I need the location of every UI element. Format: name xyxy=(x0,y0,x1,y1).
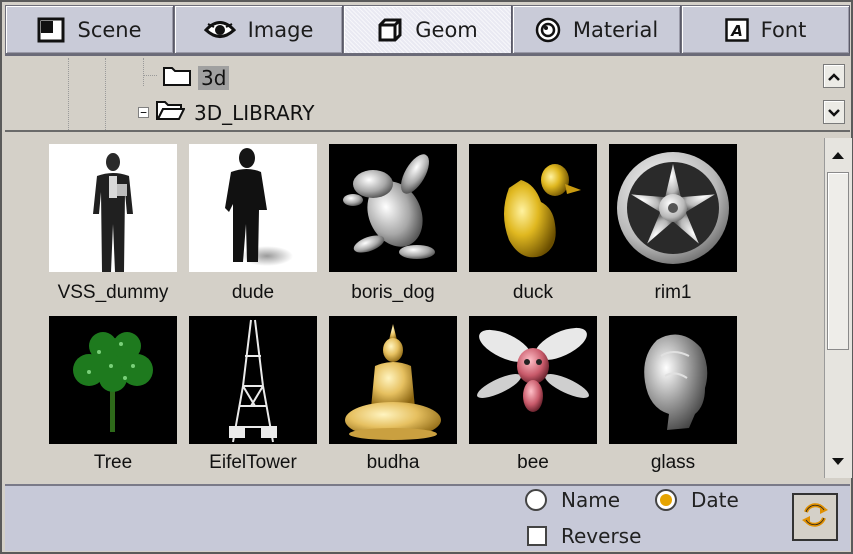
reverse-label: Reverse xyxy=(561,524,642,548)
scene-icon xyxy=(37,17,65,43)
rim1-thumbnail xyxy=(609,144,737,272)
folder-icon xyxy=(162,63,192,92)
tree-item-3d-library[interactable]: − 3D_LIBRARY xyxy=(138,98,318,127)
tree-scroll-up-button[interactable] xyxy=(823,64,845,88)
sort-options-bar: Name Date Reverse xyxy=(5,484,850,551)
sort-date-radio[interactable] xyxy=(655,489,677,511)
tab-font-label: Font xyxy=(760,17,807,42)
item-caption: rim1 xyxy=(654,282,692,303)
tab-font[interactable]: A Font xyxy=(681,5,850,54)
tree-item-3d[interactable]: 3d xyxy=(162,63,230,92)
tree-thumbnail xyxy=(49,316,177,444)
reverse-option[interactable]: Reverse xyxy=(527,524,641,548)
item-caption: duck xyxy=(512,282,554,303)
item-caption: dude xyxy=(231,282,275,303)
collapse-toggle[interactable]: − xyxy=(138,107,149,118)
chevron-down-icon xyxy=(827,103,841,122)
folder-tree: 3d − 3D_LIBRARY xyxy=(5,58,850,132)
boris-dog-thumbnail xyxy=(329,144,457,272)
tab-material[interactable]: Material xyxy=(512,5,681,54)
glass-thumbnail xyxy=(609,316,737,444)
dude-thumbnail xyxy=(189,144,317,272)
open-folder-icon xyxy=(155,98,186,127)
tab-geom[interactable]: Geom xyxy=(343,5,512,54)
tab-scene-label: Scene xyxy=(77,17,142,42)
tree-item-label: 3d xyxy=(198,65,230,90)
item-caption: Tree xyxy=(93,452,133,473)
sort-name-label: Name xyxy=(561,488,621,512)
item-caption: glass xyxy=(650,452,696,473)
refresh-icon xyxy=(798,498,832,536)
tab-scene[interactable]: Scene xyxy=(5,5,174,54)
svg-text:A: A xyxy=(730,22,743,40)
scroll-up-arrow[interactable] xyxy=(827,140,849,168)
reverse-checkbox[interactable] xyxy=(527,526,547,546)
duck-thumbnail xyxy=(469,144,597,272)
grid-scrollbar[interactable] xyxy=(824,138,852,478)
tab-bar: Scene Image Geom Material A Font xyxy=(5,5,850,56)
tree-scroll-down-button[interactable] xyxy=(823,100,845,124)
scroll-down-arrow[interactable] xyxy=(827,446,849,474)
eye-icon xyxy=(203,19,236,41)
budha-thumbnail xyxy=(329,316,457,444)
geometry-browser-panel: Scene Image Geom Material A Font 3d − 3D… xyxy=(0,0,853,554)
item-caption: EifelTower xyxy=(209,452,297,473)
eifeltower-thumbnail xyxy=(189,316,317,444)
tab-material-label: Material xyxy=(572,17,659,42)
item-caption: VSS_dummy xyxy=(57,282,169,303)
refresh-button[interactable] xyxy=(792,493,838,541)
tab-image-label: Image xyxy=(247,17,314,42)
item-caption: boris_dog xyxy=(351,282,435,303)
triangle-down-icon xyxy=(831,451,845,470)
geom-icon xyxy=(377,17,403,43)
scrollbar-thumb[interactable] xyxy=(827,172,849,350)
item-caption: budha xyxy=(366,452,420,473)
tab-geom-label: Geom xyxy=(415,17,478,42)
material-icon xyxy=(535,17,561,43)
sort-by-date-option[interactable]: Date xyxy=(655,488,739,512)
vss-dummy-thumbnail xyxy=(49,144,177,272)
triangle-up-icon xyxy=(831,145,845,164)
chevron-up-icon xyxy=(827,67,841,86)
tree-item-label: 3D_LIBRARY xyxy=(194,100,315,125)
library-grid: VSS_dummy dude boris_dog duck rim1 Tree … xyxy=(5,136,824,480)
sort-by-name-option[interactable]: Name xyxy=(525,488,620,512)
font-icon: A xyxy=(724,17,749,42)
tab-image[interactable]: Image xyxy=(174,5,343,54)
sort-date-label: Date xyxy=(691,488,739,512)
bee-thumbnail xyxy=(469,316,597,444)
sort-name-radio[interactable] xyxy=(525,489,547,511)
item-caption: bee xyxy=(517,452,549,473)
